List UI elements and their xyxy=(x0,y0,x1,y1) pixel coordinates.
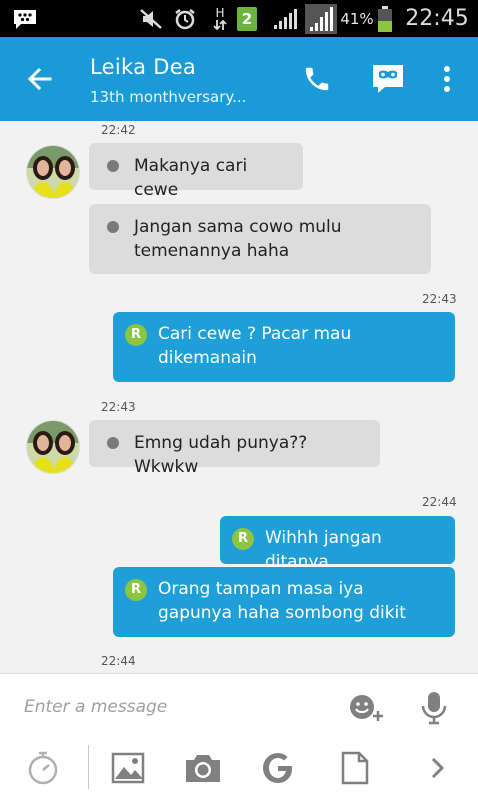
outgoing-message[interactable]: R Wihhh jangan ditanya xyxy=(220,516,455,572)
video-call-icon[interactable] xyxy=(368,59,408,99)
message-text: Jangan sama cowo mulu temenannya haha xyxy=(134,217,342,261)
message-status-dot xyxy=(107,221,119,233)
outgoing-message[interactable]: R Orang tampan masa iya gapunya haha som… xyxy=(113,567,455,637)
message-timestamp: 22:44 xyxy=(422,495,457,509)
alarm-icon xyxy=(170,0,200,37)
message-text: Cari cewe ? Pacar mau dikemanain xyxy=(158,324,352,368)
signal-icon-2 xyxy=(303,0,339,37)
incoming-message[interactable]: Makanya cari cewe xyxy=(89,143,303,200)
read-receipt-badge: R xyxy=(125,579,147,601)
phone-icon[interactable] xyxy=(297,59,337,99)
network-type-label: H xyxy=(215,5,225,20)
message-text: Makanya cari cewe xyxy=(134,156,248,200)
file-icon[interactable] xyxy=(334,748,376,788)
back-arrow-icon[interactable] xyxy=(22,61,58,97)
emoji-add-icon[interactable] xyxy=(348,688,388,728)
sim-number: 2 xyxy=(237,6,257,31)
data-arrows-icon: H xyxy=(210,0,230,37)
message-timestamp: 22:43 xyxy=(422,292,457,306)
read-receipt-badge: R xyxy=(232,528,254,550)
sim-badge: 2 xyxy=(236,0,258,37)
message-timestamp: 22:42 xyxy=(101,123,136,137)
image-icon[interactable] xyxy=(107,748,149,788)
incoming-message[interactable]: Jangan sama cowo mulu temenannya haha xyxy=(89,204,431,274)
clock: 22:45 xyxy=(405,6,469,31)
message-status-dot xyxy=(107,160,119,172)
message-input[interactable] xyxy=(24,692,324,722)
message-text: Emng udah punya?? Wkwkw xyxy=(134,433,308,477)
camera-icon[interactable] xyxy=(182,748,224,788)
battery-percent: 41% xyxy=(340,9,374,28)
microphone-icon[interactable] xyxy=(414,688,454,728)
message-status-dot xyxy=(107,437,119,449)
read-receipt-badge: R xyxy=(125,324,147,346)
message-text: Wihhh jangan ditanya xyxy=(265,528,382,572)
contact-status[interactable]: 13th monthversary... xyxy=(90,88,246,106)
toolbar-divider xyxy=(88,745,89,789)
message-text: Orang tampan masa iya gapunya haha sombo… xyxy=(158,579,406,623)
incoming-message[interactable]: Emng udah punya?? Wkwkw xyxy=(89,420,380,477)
message-timestamp: 22:44 xyxy=(101,654,136,668)
signal-icon xyxy=(270,0,300,37)
attachment-toolbar xyxy=(0,739,478,798)
chat-header: Leika Dea 13th monthversary... xyxy=(0,37,478,121)
bbm-notification-icon xyxy=(8,0,42,37)
contact-name[interactable]: Leika Dea xyxy=(90,55,196,79)
timer-icon[interactable] xyxy=(22,748,64,788)
status-bar: H 2 41% 22:45 xyxy=(0,0,478,37)
battery-icon xyxy=(375,0,395,37)
contact-avatar[interactable] xyxy=(26,145,80,199)
message-list[interactable]: 22:42 Makanya cari cewe Jangan sama cowo… xyxy=(0,121,478,673)
outgoing-message[interactable]: R Cari cewe ? Pacar mau dikemanain xyxy=(113,312,455,382)
mute-icon xyxy=(136,0,166,37)
google-icon[interactable] xyxy=(257,748,299,788)
message-timestamp: 22:43 xyxy=(101,400,136,414)
message-composer xyxy=(0,673,478,739)
contact-avatar[interactable] xyxy=(26,420,80,474)
chevron-right-icon[interactable] xyxy=(416,748,458,788)
more-vert-icon[interactable] xyxy=(432,59,462,99)
